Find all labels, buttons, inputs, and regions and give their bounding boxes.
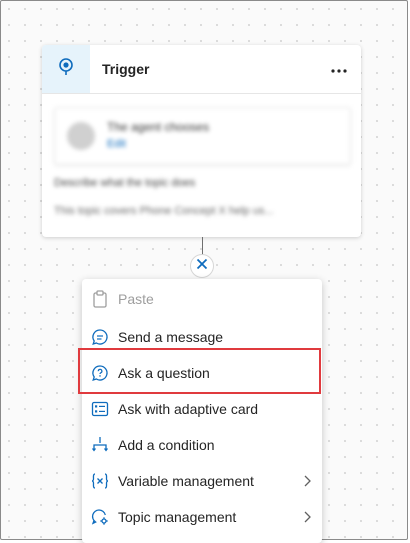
menu-item-label: Add a condition [118,437,215,453]
trigger-edit-link[interactable]: Edit [107,138,126,150]
close-add-node-button[interactable] [190,254,214,278]
chevron-right-icon [302,474,312,488]
menu-item-label: Send a message [118,329,224,345]
node-connector-line [202,237,203,255]
trigger-phrases-card[interactable]: The agent chooses Edit [54,107,351,165]
variable-icon [91,472,109,490]
clipboard-icon [91,290,109,308]
trigger-icon-box [42,45,90,93]
menu-item-adaptive-card[interactable]: Ask with adaptive card [82,391,322,427]
canvas-frame: Trigger The agent chooses Edit Describe … [0,0,408,543]
topic-gear-icon [91,508,109,526]
agent-avatar-icon [67,122,95,150]
menu-item-label: Paste [118,291,154,307]
trigger-title: Trigger [102,61,150,77]
more-options-button[interactable] [325,55,353,83]
description-label: Describe what the topic does [54,177,196,189]
chat-bubble-icon [91,328,109,346]
description-text[interactable]: This topic covers Phone Concept X help u… [54,205,274,217]
menu-item-add-condition[interactable]: Add a condition [82,427,322,463]
branch-icon [91,436,109,454]
menu-item-variable-management[interactable]: Variable management [82,463,322,499]
menu-item-label: Ask with adaptive card [118,401,259,417]
adaptive-card-icon [91,400,109,418]
add-node-menu: Paste Send a message Ask a question Ask … [82,279,322,543]
chevron-right-icon [302,510,312,524]
trigger-phrases-title: The agent chooses [107,120,210,134]
trigger-header: Trigger [42,45,361,94]
trigger-node-card[interactable]: Trigger The agent chooses Edit Describe … [42,45,361,237]
menu-item-topic-management[interactable]: Topic management [82,499,322,535]
highlight-box-ask-question [78,348,321,394]
menu-item-paste[interactable]: Paste [82,281,322,317]
close-icon [196,257,208,275]
more-options-icon [331,60,347,78]
trigger-icon [56,57,76,82]
menu-item-label: Topic management [118,509,237,525]
menu-item-label: Variable management [118,473,254,489]
